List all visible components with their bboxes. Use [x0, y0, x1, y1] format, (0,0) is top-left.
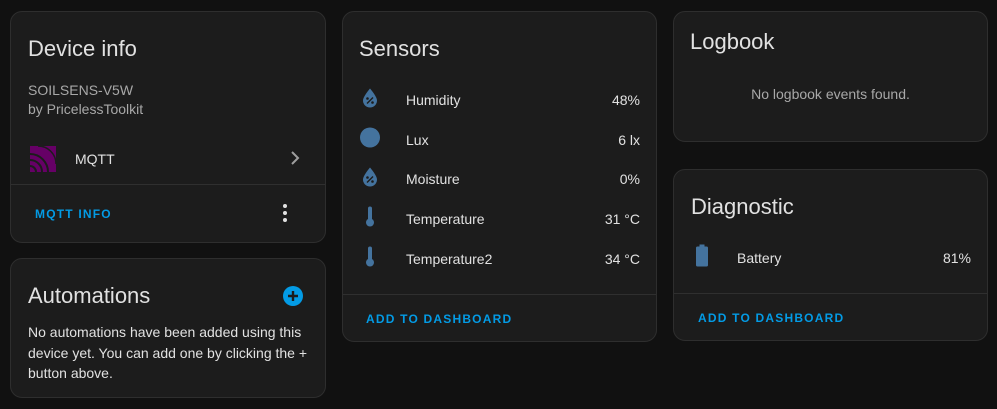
- battery-icon: [696, 244, 708, 272]
- diagnostic-title: Diagnostic: [691, 194, 794, 219]
- mqtt-info-button[interactable]: MQTT INFO: [35, 207, 112, 221]
- sensor-name: Temperature: [406, 211, 485, 227]
- automations-card: Automations No automations have been add…: [10, 258, 326, 398]
- sensor-value: 31 °C: [604, 211, 640, 227]
- chevron-right-icon: [289, 150, 301, 171]
- diagnostic-card: Diagnostic Battery 81% ADD TO DASHBOARD: [673, 169, 988, 341]
- sensor-name: Temperature2: [406, 251, 493, 267]
- sensor-value: 0%: [619, 171, 640, 187]
- integration-row-mqtt[interactable]: MQTT: [11, 136, 325, 182]
- diagnostic-name: Battery: [737, 250, 782, 266]
- thermometer-icon: [364, 246, 376, 273]
- circle-icon: [359, 127, 381, 154]
- diagnostic-add-to-dashboard-button[interactable]: ADD TO DASHBOARD: [698, 311, 844, 325]
- sensor-row-temperature2[interactable]: Temperature2 34 °C: [343, 239, 656, 279]
- device-info-card: Device info SOILSENS-V5W by PricelessToo…: [10, 11, 326, 243]
- sensor-row-lux[interactable]: Lux 6 lx: [343, 120, 656, 160]
- logbook-card: Logbook No logbook events found.: [673, 11, 988, 142]
- logbook-title: Logbook: [690, 29, 775, 54]
- sensor-name: Humidity: [406, 92, 461, 108]
- sensors-card: Sensors Humidity 48% Lux 6 lx Moisture 0…: [342, 11, 657, 342]
- more-options-icon[interactable]: [283, 204, 287, 227]
- sensors-add-to-dashboard-button[interactable]: ADD TO DASHBOARD: [366, 312, 512, 326]
- mqtt-icon: [29, 145, 57, 177]
- logbook-empty-text: No logbook events found.: [751, 86, 910, 102]
- sensor-name: Lux: [406, 132, 429, 148]
- device-info-divider: [11, 184, 325, 185]
- diagnostic-row-battery[interactable]: Battery 81%: [674, 238, 987, 278]
- device-manufacturer: by PricelessToolkit: [28, 101, 144, 117]
- sensor-name: Moisture: [406, 171, 460, 187]
- sensor-value: 6 lx: [618, 132, 640, 148]
- sensors-divider: [343, 294, 656, 295]
- device-info-title: Device info: [28, 36, 137, 61]
- automations-title: Automations: [28, 283, 151, 308]
- water-percent-icon: [362, 88, 378, 113]
- sensor-value: 34 °C: [604, 251, 640, 267]
- sensors-title: Sensors: [359, 36, 440, 61]
- water-percent-icon: [362, 167, 378, 192]
- sensor-row-moisture[interactable]: Moisture 0%: [343, 159, 656, 199]
- thermometer-icon: [364, 206, 376, 233]
- sensor-value: 48%: [611, 92, 640, 108]
- diagnostic-divider: [674, 293, 987, 294]
- add-automation-icon[interactable]: [283, 286, 303, 311]
- integration-label: MQTT: [75, 151, 115, 167]
- device-model: SOILSENS-V5W: [28, 82, 134, 98]
- diagnostic-value: 81%: [942, 250, 971, 266]
- sensor-row-humidity[interactable]: Humidity 48%: [343, 80, 656, 120]
- sensor-row-temperature[interactable]: Temperature 31 °C: [343, 199, 656, 239]
- automations-empty-text: No automations have been added using thi…: [28, 324, 308, 381]
